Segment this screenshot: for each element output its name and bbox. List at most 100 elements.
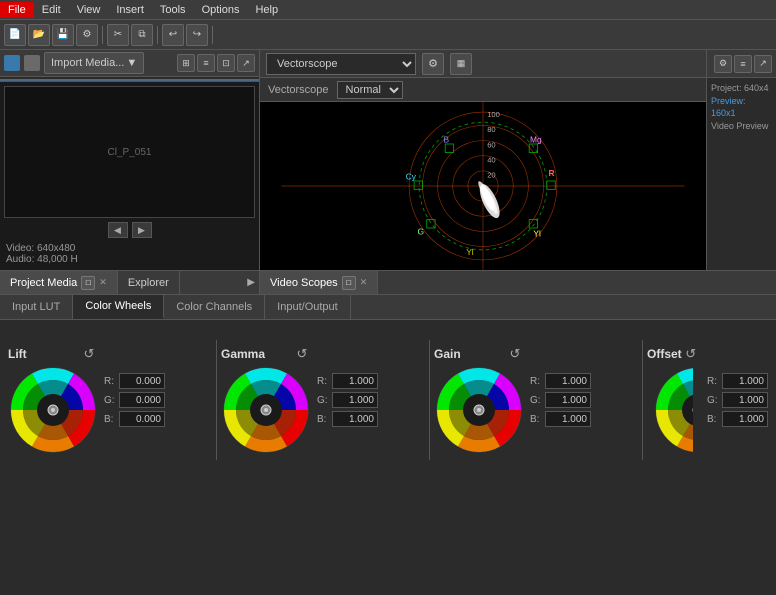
offset-reset-button[interactable]: ↺ (682, 345, 700, 363)
offset-g-input[interactable] (722, 392, 768, 408)
import-media-button[interactable]: Import Media... ▼ (44, 52, 144, 74)
gain-b-label: B: (530, 414, 542, 425)
menu-tools[interactable]: Tools (152, 2, 194, 18)
thumb-next[interactable]: ▶ (132, 222, 152, 238)
offset-r-label: R: (707, 376, 719, 387)
gamma-g-input[interactable] (332, 392, 378, 408)
far-right-info: Project: 640x4 Preview: 160x1 Video Prev… (707, 78, 776, 136)
gain-r-row: R: (530, 373, 591, 389)
far-right-btn3[interactable]: ↗ (754, 55, 772, 73)
left-panel-btn1[interactable]: ⊞ (177, 54, 195, 72)
offset-g-label: G: (707, 395, 719, 406)
svg-text:Yl: Yl (533, 228, 541, 238)
far-right-header: ⚙ ≡ ↗ (707, 50, 776, 78)
video-info: Video: 640x480 (6, 243, 253, 254)
tab-close-scopes[interactable]: ✕ (360, 277, 368, 288)
lift-r-input[interactable] (119, 373, 165, 389)
gamma-r-input[interactable] (332, 373, 378, 389)
divider-1 (216, 340, 217, 460)
tab-color-wheels[interactable]: Color Wheels (73, 295, 164, 319)
toolbar-save[interactable]: 💾 (52, 24, 74, 46)
toolbar-open[interactable]: 📂 (28, 24, 50, 46)
tab-input-lut[interactable]: Input LUT (0, 295, 73, 319)
toolbar-cut[interactable]: ✂ (107, 24, 129, 46)
toolbar-redo[interactable]: ↪ (186, 24, 208, 46)
lift-wheel-container: Lift ↺ (8, 345, 98, 455)
far-right-btn1[interactable]: ⚙ (714, 55, 732, 73)
tab-explorer[interactable]: Explorer (118, 271, 180, 294)
lift-section: Lift ↺ (8, 345, 212, 455)
toolbar-settings[interactable]: ⚙ (76, 24, 98, 46)
lift-g-input[interactable] (119, 392, 165, 408)
tab-color-channels[interactable]: Color Channels (164, 295, 265, 319)
thumbnail-filename: Cl_P_051 (108, 147, 152, 158)
gamma-b-input[interactable] (332, 411, 378, 427)
toolbar-undo[interactable]: ↩ (162, 24, 184, 46)
tab-project-media[interactable]: Project Media □ ✕ (0, 271, 118, 294)
gain-reset-button[interactable]: ↺ (506, 345, 524, 363)
offset-b-input[interactable] (722, 411, 768, 427)
far-right-btn2[interactable]: ≡ (734, 55, 752, 73)
offset-r-input[interactable] (722, 373, 768, 389)
gamma-b-row: B: (317, 411, 378, 427)
bottom-color-panel: Input LUT Color Wheels Color Channels In… (0, 295, 776, 480)
scope-panel-btn[interactable]: □ (342, 276, 356, 290)
gamma-section: Gamma ↺ (221, 345, 425, 455)
gain-r-input[interactable] (545, 373, 591, 389)
gain-section: Gain ↺ (434, 345, 638, 455)
svg-text:100: 100 (487, 110, 500, 119)
toolbar: 📄 📂 💾 ⚙ ✂ ⧉ ↩ ↪ (0, 20, 776, 50)
left-panel-btn3[interactable]: ⊡ (217, 54, 235, 72)
gamma-b-label: B: (317, 414, 329, 425)
scope-header: Vectorscope Waveform Histogram Parade ⚙ … (260, 50, 706, 78)
svg-text:80: 80 (487, 125, 495, 134)
gain-b-input[interactable] (545, 411, 591, 427)
menu-help[interactable]: Help (247, 2, 286, 18)
tab-video-scopes[interactable]: Video Scopes □ ✕ (260, 271, 378, 294)
menu-file[interactable]: File (0, 2, 34, 18)
svg-text:G: G (417, 227, 424, 237)
offset-section: Offset ↺ (647, 345, 707, 455)
toolbar-sep-2 (157, 26, 158, 44)
left-panel-header: Import Media... ▼ ⊞ ≡ ⊡ ↗ (0, 50, 259, 77)
offset-g-row: G: (707, 392, 768, 408)
toolbar-new[interactable]: 📄 (4, 24, 26, 46)
left-panel-btn2[interactable]: ≡ (197, 54, 215, 72)
gain-g-input[interactable] (545, 392, 591, 408)
gamma-r-row: R: (317, 373, 378, 389)
preview-info: Preview: 160x1 (711, 95, 772, 120)
lift-r-label: R: (104, 376, 116, 387)
menu-edit[interactable]: Edit (34, 2, 69, 18)
svg-text:R: R (549, 168, 555, 178)
lift-b-label: B: (104, 414, 116, 425)
left-panel: Import Media... ▼ ⊞ ≡ ⊡ ↗ ▶ All Media ▼ (0, 50, 260, 270)
offset-label: Offset (647, 347, 682, 361)
scope-mode-dropdown[interactable]: Normal 1.75x 2.5x 5x (337, 81, 403, 99)
gamma-g-label: G: (317, 395, 329, 406)
menu-options[interactable]: Options (194, 2, 248, 18)
gain-b-row: B: (530, 411, 591, 427)
scope-settings-btn[interactable]: ⚙ (422, 53, 444, 75)
gamma-reset-button[interactable]: ↺ (293, 345, 311, 363)
lift-values: R: G: B: (104, 373, 165, 427)
tab-panel-btn[interactable]: □ (81, 276, 95, 290)
left-tab-group: Project Media □ ✕ Explorer ▶ (0, 271, 260, 294)
lift-reset-button[interactable]: ↺ (80, 345, 98, 363)
preview-label: Video Preview (711, 120, 772, 133)
gain-g-row: G: (530, 392, 591, 408)
left-panel-btn4[interactable]: ↗ (237, 54, 255, 72)
video-scopes-panel: Vectorscope Waveform Histogram Parade ⚙ … (260, 50, 706, 270)
menu-view[interactable]: View (69, 2, 109, 18)
tab-close-project[interactable]: ✕ (99, 277, 107, 288)
scope-layout-btn[interactable]: ▦ (450, 53, 472, 75)
lift-g-label: G: (104, 395, 116, 406)
menu-insert[interactable]: Insert (108, 2, 152, 18)
tab-input-output[interactable]: Input/Output (265, 295, 351, 319)
left-tab-arrow[interactable]: ▶ (247, 277, 255, 288)
scope-type-dropdown[interactable]: Vectorscope Waveform Histogram Parade (266, 53, 416, 75)
thumb-prev[interactable]: ◀ (108, 222, 128, 238)
media-icon (4, 55, 20, 71)
lift-b-input[interactable] (119, 411, 165, 427)
toolbar-copy[interactable]: ⧉ (131, 24, 153, 46)
offset-label-row: Offset ↺ (647, 345, 700, 363)
